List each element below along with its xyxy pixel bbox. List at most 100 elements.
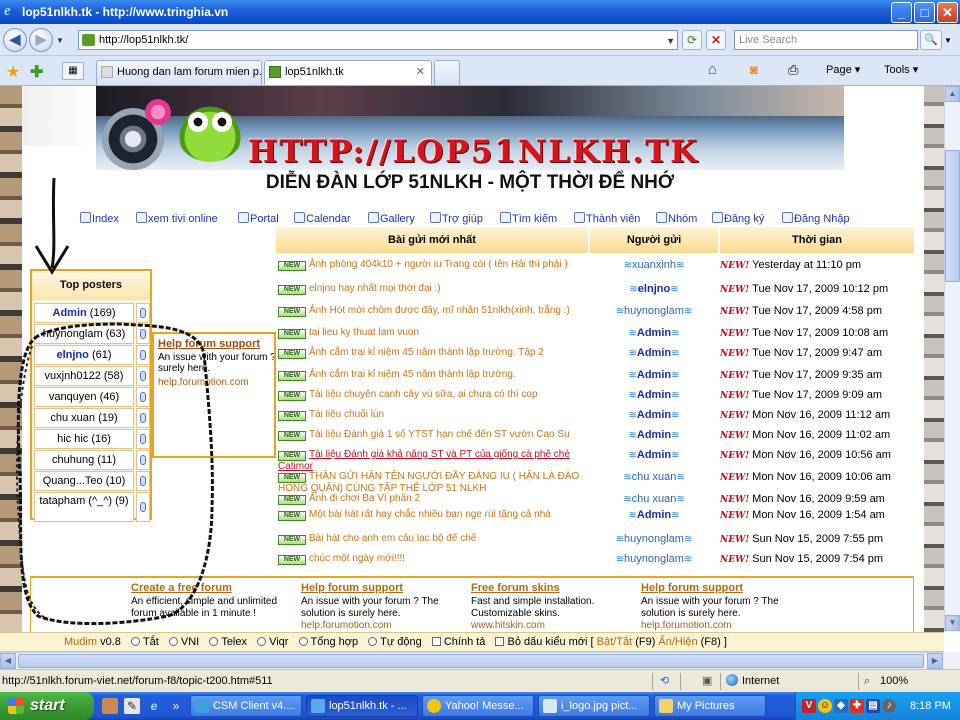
tray-smiley-icon[interactable]: ☺ [818,699,832,713]
new-badge-icon[interactable]: NEW! [720,450,749,462]
radio-telex[interactable] [209,637,219,646]
radio-viqr[interactable] [257,637,267,646]
start-button[interactable]: start [0,692,94,720]
search-icon[interactable]: 🔍 [920,30,942,50]
post-topic-link[interactable]: NEW elnjno hay nhất mọi thời đại :) [278,283,584,295]
new-badge-icon[interactable]: NEW! [720,348,749,360]
poster-row[interactable]: chuhung (11) [34,450,150,470]
search-options-dropdown-icon[interactable]: ▼ [944,36,952,45]
nav-groups[interactable]: Nhóm [656,212,697,225]
taskbar-picture-viewer[interactable]: i_logo.jpg pict... [538,695,650,717]
favorites-star-icon[interactable]: ★ [6,62,20,82]
mudim-toggle-link[interactable]: Bật/Tắt [597,636,632,648]
horizontal-scrollbar[interactable]: ◀ ▶ [0,652,944,669]
poster-row[interactable]: huynonglam (63) [34,324,150,344]
back-button[interactable]: ◀ [3,28,27,52]
new-badge-icon[interactable]: NEW! [720,328,749,340]
post-author[interactable]: ≋ Admin ≋ [590,327,718,340]
poster-row[interactable]: Quang...Teo (10) [34,471,150,491]
poster-name-cell[interactable]: Admin (169) [34,303,134,323]
refresh-button[interactable]: ⟳ [682,30,702,50]
tray-volume-icon[interactable]: ♪ [882,699,896,713]
footer-link[interactable]: Create a free forum [131,582,291,594]
poster-name-cell[interactable]: huynonglam (63) [34,324,134,344]
poster-row[interactable]: hic hic (16) [34,429,150,449]
close-button[interactable]: ✕ [937,2,958,23]
post-topic-link[interactable]: NEW tai lieu ky thuat lam vuon [278,327,584,339]
scroll-left-icon[interactable]: ◀ [0,653,16,669]
new-badge-icon[interactable]: NEW! [720,390,749,402]
radio-off[interactable] [130,637,140,646]
post-topic-link[interactable]: NEW Tài liệu Đánh giá 1 số YTST hạn chế đ… [278,429,584,441]
help-forum-link[interactable]: Help forum support [158,338,260,350]
post-author[interactable]: ≋ huynonglam ≋ [590,305,718,318]
post-topic-link[interactable]: NEW Một bài hát rất hay chắc nhiều bạn ng… [278,509,584,521]
poster-name-cell[interactable]: vanquyen (46) [34,387,134,407]
zoom-icon[interactable]: ⌕ [864,675,876,687]
poster-name-cell[interactable]: tatapham (^_^) (9) [34,492,134,522]
nav-login[interactable]: Đăng Nhập [782,212,850,225]
post-author[interactable]: ≋ Admin ≋ [590,347,718,360]
quicklaunch-more-icon[interactable]: » [168,698,184,714]
nav-gallery[interactable]: Gallery [368,212,415,225]
post-topic-link[interactable]: NEW Tài liệu chuối lùn [278,409,584,421]
new-badge-icon[interactable]: NEW! [720,494,749,506]
footer-link[interactable]: Help forum support [301,582,461,594]
security-zone[interactable]: Internet [726,670,779,692]
post-author[interactable]: ≋ Admin ≋ [590,509,718,522]
new-badge-icon[interactable]: NEW! [720,510,749,522]
nav-portal[interactable]: Portal [238,212,279,225]
nav-search[interactable]: Tìm kiếm [500,212,557,225]
post-topic-link[interactable]: NEW Bài hát cho anh em câu lạc bộ đế chế [278,533,584,545]
mudim-hide-link[interactable]: Ẩn/Hiện [658,636,697,648]
new-badge-icon[interactable]: NEW! [720,370,749,382]
quicklaunch-ie-icon[interactable]: e [146,698,162,714]
tab-lop51nlkh[interactable]: lop51nlkh.tk ✕ [264,60,432,85]
scroll-down-icon[interactable]: ▼ [945,615,960,631]
maximize-button[interactable]: □ [914,2,935,23]
tray-network-icon[interactable]: ▤ [866,699,880,713]
post-topic-link[interactable]: NEW Ảnh Hót mới chôm được đây, mĩ nhân 51… [278,305,584,317]
scroll-right-icon[interactable]: ▶ [927,653,943,669]
zoom-level[interactable]: 100% [880,670,908,692]
new-tab-button[interactable] [434,60,460,85]
poster-name-cell[interactable]: hic hic (16) [34,429,134,449]
post-author[interactable]: ≋ elnjno ≋ [590,283,718,296]
post-author[interactable]: ≋ huynonglam ≋ [590,553,718,566]
post-author[interactable]: ≋ Admin ≋ [590,429,718,442]
radio-vni[interactable] [168,637,178,646]
post-topic-link[interactable]: NEW THÂN GỬI HẬN TÊN NGƯỜI ĐẦY ĐÁNG IU ( … [278,471,584,495]
tools-menu[interactable]: Tools ▾ [884,62,918,78]
quicklaunch-notepad-icon[interactable]: ✎ [124,698,140,714]
address-dropdown-icon[interactable]: ▼ [666,32,675,50]
recent-pages-dropdown-icon[interactable]: ▼ [56,36,64,45]
poster-row[interactable]: chu xuan (19) [34,408,150,428]
new-badge-icon[interactable]: NEW! [720,410,749,422]
stop-button[interactable]: ✕ [706,30,726,50]
print-icon[interactable]: ⎙ [788,62,798,78]
nav-index[interactable]: Index [80,212,119,225]
home-icon[interactable]: ⌂ [708,62,717,78]
poster-name-cell[interactable]: vuxjnh0122 (58) [34,366,134,386]
taskbar-yahoo-messenger[interactable]: Yahoo! Messe... [422,695,534,717]
post-topic-link[interactable]: NEW Tài liệu Đánh giá khả năng ST và PT c… [278,449,584,473]
post-author[interactable]: ≋ chu xuan ≋ [590,471,718,484]
new-badge-icon[interactable]: NEW! [720,554,749,566]
nav-tivi[interactable]: xem tivi online [136,212,218,225]
tab-huong-dan[interactable]: Huong dan lam forum mien p... [96,60,262,85]
add-favorites-icon[interactable]: ✚ [30,62,43,82]
tab-close-icon[interactable]: ✕ [416,61,425,83]
taskbar-lop51nlkh[interactable]: lop51nlkh.tk - ... [306,695,418,717]
quick-tabs-icon[interactable]: ▦ [62,62,84,80]
post-topic-link[interactable]: NEW Tài liệu chuyên canh cây vú sữa, ai c… [278,389,584,401]
post-author[interactable]: ≋ Admin ≋ [590,449,718,462]
horizontal-scroll-thumb[interactable] [18,654,924,668]
nav-members[interactable]: Thành viên [574,212,640,225]
tray-plus-icon[interactable]: ✚ [850,699,864,713]
post-author[interactable]: ≋ huynonglam ≋ [590,533,718,546]
address-input[interactable]: http://lop51nlkh.tk/ ▼ [78,30,678,50]
poster-row[interactable]: vanquyen (46) [34,387,150,407]
post-topic-link[interactable]: NEW Ảnh cắm trại kỉ niệm 45 năm thành lập… [278,347,584,359]
scroll-thumb[interactable] [945,150,960,282]
new-badge-icon[interactable]: NEW! [720,260,749,272]
